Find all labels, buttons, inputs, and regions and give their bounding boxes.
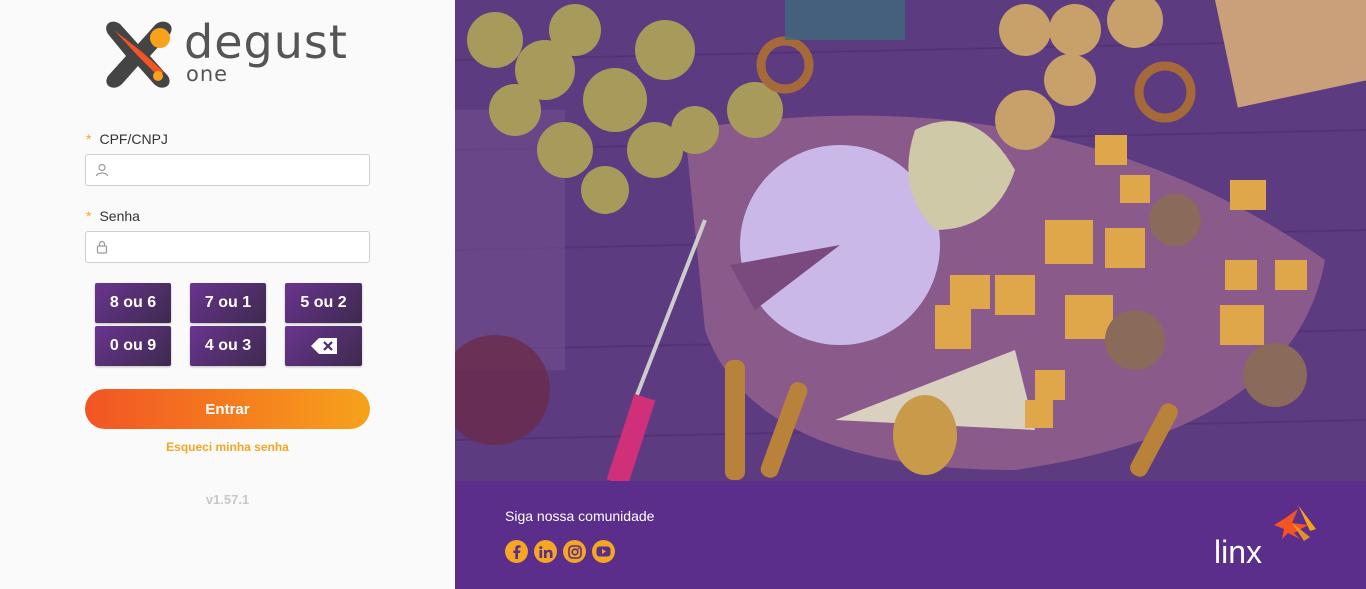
cpf-field[interactable] <box>85 154 370 186</box>
required-mark: * <box>86 131 92 147</box>
linx-logo-text: linx <box>1214 534 1262 569</box>
keypad-button-3[interactable]: 5 ou 2 <box>285 283 362 323</box>
linx-logo: linx <box>1212 503 1322 570</box>
keypad-button-5[interactable]: 4 ou 3 <box>190 326 266 366</box>
brand-sub: one <box>186 62 229 86</box>
cpf-label: * CPF/CNPJ <box>86 131 168 147</box>
submit-button[interactable]: Entrar <box>85 389 370 429</box>
hero-panel: Siga nossa comunidade linx <box>455 0 1366 589</box>
degust-logo-icon <box>106 21 172 88</box>
cheese-board-illustration <box>455 0 1366 481</box>
facebook-icon[interactable] <box>505 540 528 563</box>
backspace-button[interactable] <box>285 326 362 366</box>
version-label: v1.57.1 <box>205 492 250 507</box>
cpf-input[interactable] <box>118 155 369 185</box>
keypad-button-2[interactable]: 7 ou 1 <box>190 283 266 323</box>
cpf-label-text: CPF/CNPJ <box>99 131 168 147</box>
social-links <box>505 540 615 563</box>
backspace-icon <box>310 338 337 354</box>
youtube-icon[interactable] <box>592 540 615 563</box>
degust-logo: degust one <box>98 16 358 92</box>
password-label-text: Senha <box>99 208 140 224</box>
linx-logo-icon: linx <box>1214 505 1316 570</box>
keypad-button-1[interactable]: 8 ou 6 <box>95 283 171 323</box>
linkedin-icon[interactable] <box>534 540 557 563</box>
instagram-icon[interactable] <box>563 540 586 563</box>
footer: Siga nossa comunidade linx <box>455 481 1366 589</box>
password-input[interactable] <box>118 232 369 262</box>
hero-image <box>455 0 1366 481</box>
user-icon <box>86 163 118 177</box>
required-mark: * <box>86 208 92 224</box>
password-field[interactable] <box>85 231 370 263</box>
password-label: * Senha <box>86 208 140 224</box>
keypad-button-4[interactable]: 0 ou 9 <box>95 326 171 366</box>
forgot-password-link[interactable]: Esqueci minha senha <box>0 440 455 454</box>
footer-title: Siga nossa comunidade <box>505 508 655 524</box>
lock-icon <box>86 240 118 254</box>
login-panel: degust one * CPF/CNPJ * Senha 8 ou 6 7 ou … <box>0 0 455 589</box>
brand-name: degust <box>184 15 348 69</box>
password-keypad: 8 ou 6 7 ou 1 5 ou 2 0 ou 9 4 ou 3 <box>95 283 362 366</box>
